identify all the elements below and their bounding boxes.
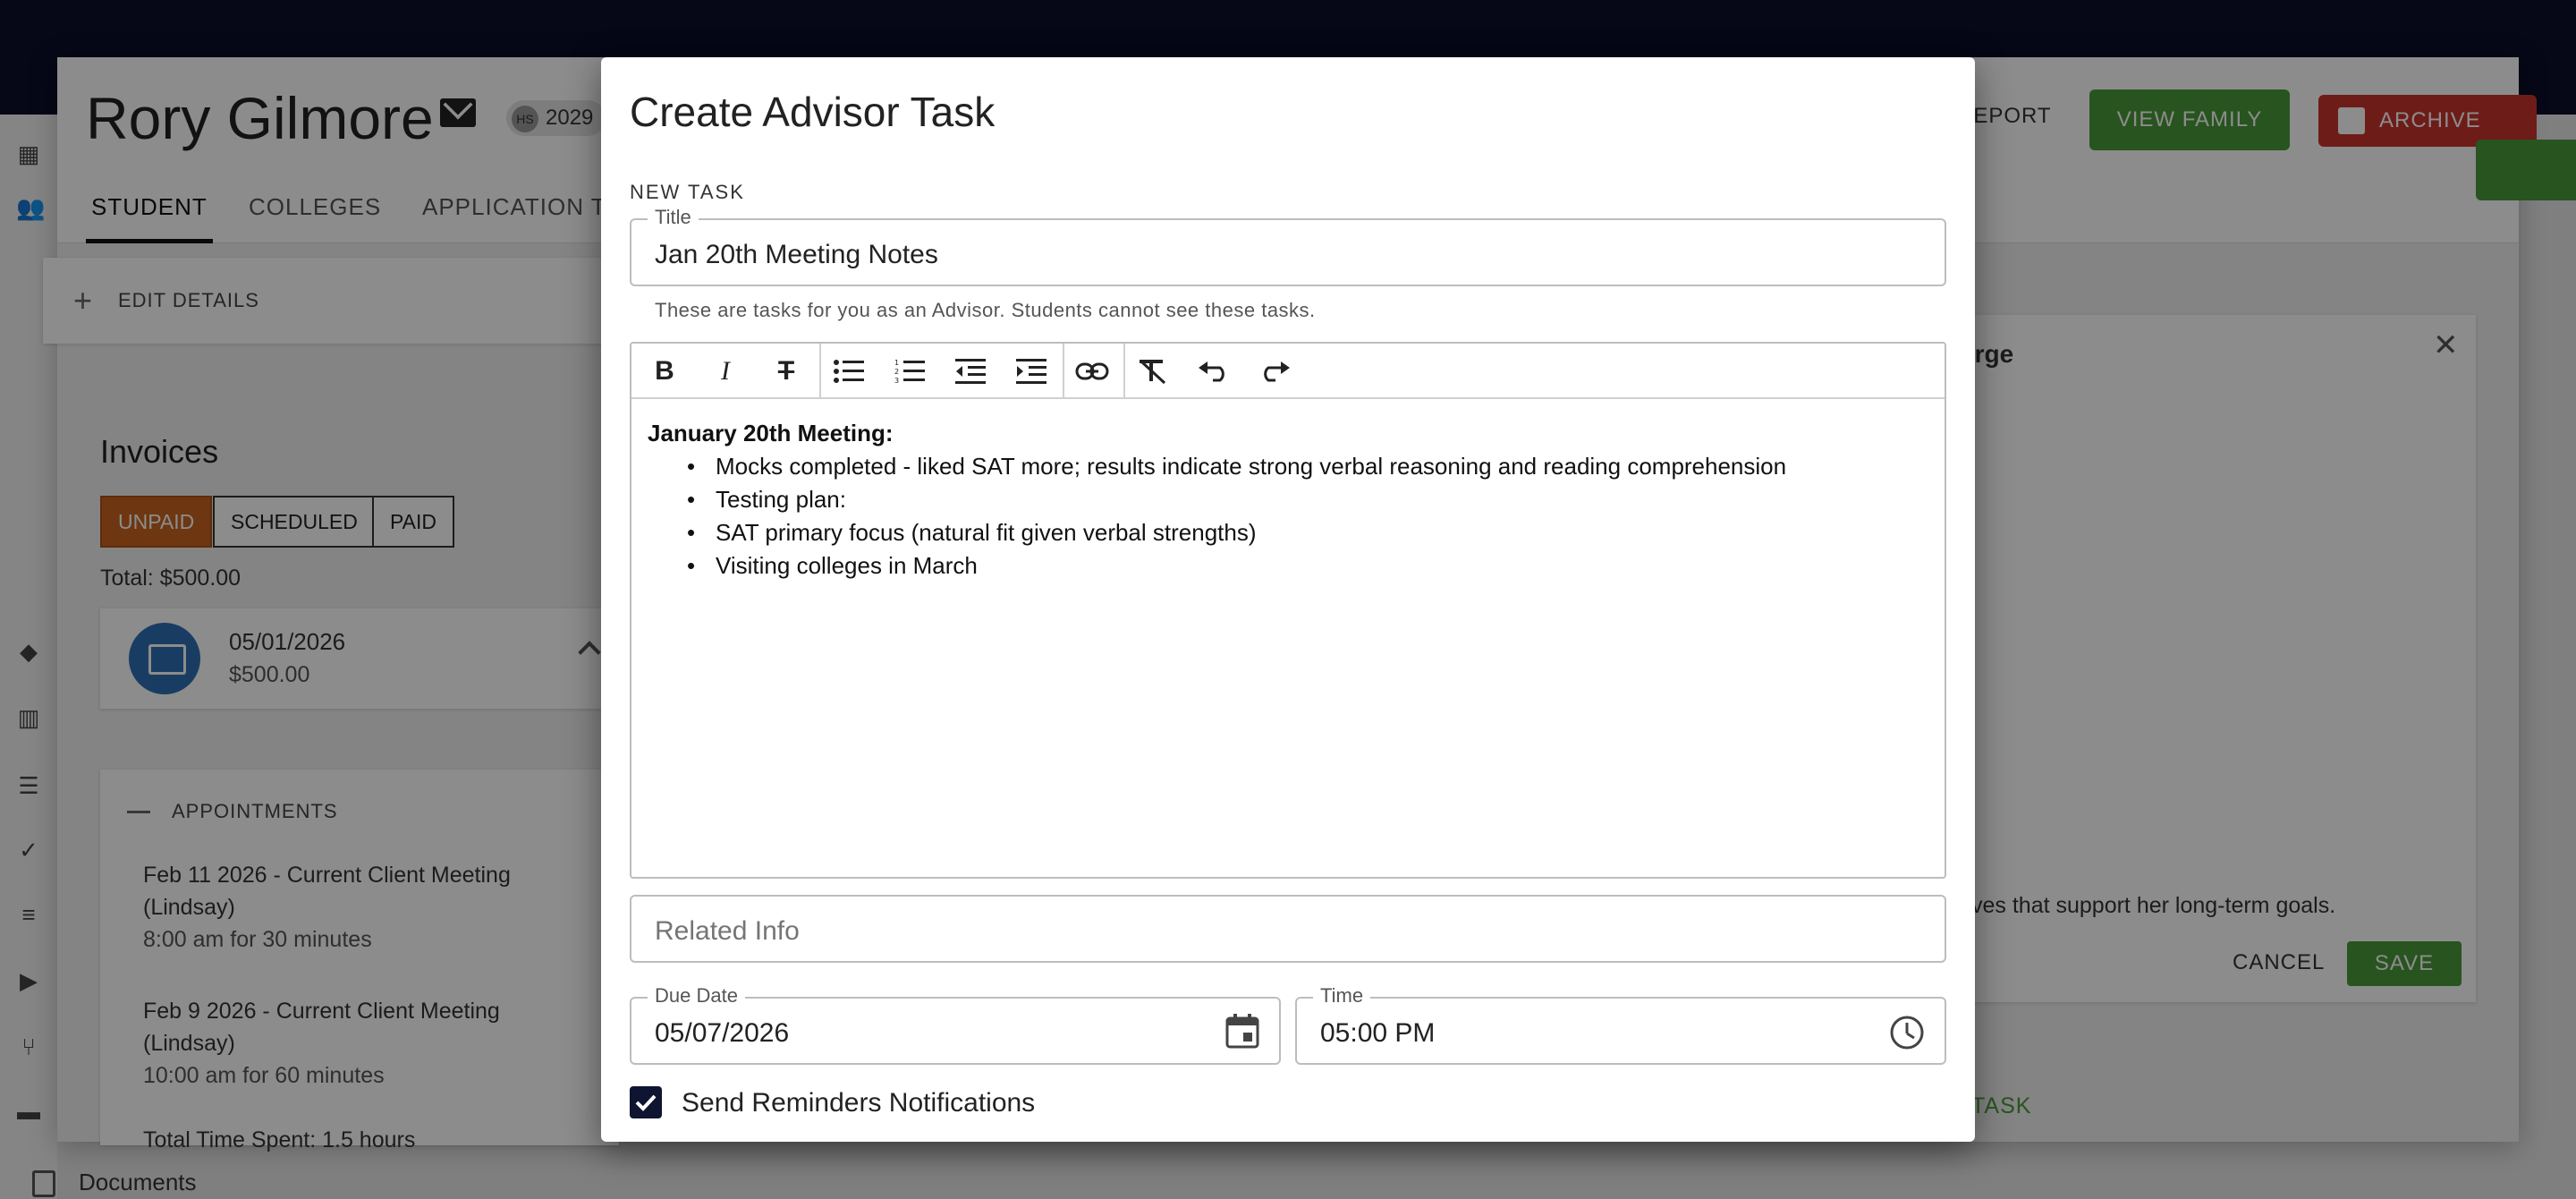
- dialog-title: Create Advisor Task: [630, 89, 996, 135]
- calendar-icon[interactable]: [1225, 1013, 1259, 1049]
- editor-heading: January 20th Meeting:: [648, 420, 894, 446]
- toolbar-divider: [819, 344, 821, 399]
- time-label: Time: [1313, 984, 1371, 1008]
- editor-bullet-text: Visiting colleges in March: [716, 552, 978, 579]
- clock-icon[interactable]: [1889, 1015, 1925, 1050]
- editor-bullet: Mocks completed - liked SAT more; result…: [648, 450, 1918, 483]
- title-field[interactable]: Title Jan 20th Meeting Notes: [630, 206, 1946, 286]
- svg-text:1: 1: [894, 359, 899, 367]
- title-helper-text: These are tasks for you as an Advisor. S…: [655, 299, 1316, 321]
- editor-bullet-text: Mocks completed - liked SAT more; result…: [716, 453, 1787, 480]
- undo-icon[interactable]: [1195, 353, 1233, 390]
- editor-bullet: Testing plan:: [648, 483, 1918, 516]
- time-field[interactable]: Time 05:00 PM: [1295, 984, 1946, 1065]
- due-date-value[interactable]: 05/07/2026: [655, 1018, 789, 1049]
- strikethrough-icon[interactable]: T: [767, 353, 805, 390]
- title-field-label: Title: [648, 206, 699, 229]
- create-advisor-task-dialog: Create Advisor Task NEW TASK Title Jan 2…: [601, 57, 1975, 1142]
- redo-icon[interactable]: [1256, 353, 1293, 390]
- new-task-label: NEW TASK: [630, 181, 745, 203]
- due-date-label: Due Date: [648, 984, 745, 1008]
- toolbar-divider: [1063, 344, 1064, 399]
- editor-bullet: SAT primary focus (natural fit given ver…: [648, 516, 1918, 549]
- send-reminders-checkbox[interactable]: [630, 1086, 662, 1118]
- related-info-placeholder[interactable]: Related Info: [655, 916, 800, 947]
- editor-content[interactable]: January 20th Meeting: Mocks completed - …: [648, 417, 1918, 582]
- editor-bullet-text: Testing plan:: [716, 486, 846, 513]
- bold-icon[interactable]: B: [646, 353, 683, 390]
- numbered-list-icon[interactable]: 123: [891, 353, 928, 390]
- indent-icon[interactable]: [1013, 353, 1050, 390]
- rich-text-editor[interactable]: B I T 123 January 20th Meeting: • Mocks …: [630, 342, 1946, 879]
- editor-bullet-text: SAT primary focus (natural fit given ver…: [716, 519, 1257, 546]
- svg-text:2: 2: [894, 368, 899, 376]
- due-date-field[interactable]: Due Date 05/07/2026: [630, 984, 1281, 1065]
- clear-format-icon[interactable]: [1134, 353, 1172, 390]
- editor-bullet-list: Mocks completed - liked SAT more; result…: [648, 450, 1918, 582]
- italic-icon[interactable]: I: [707, 353, 744, 390]
- send-reminders-label: Send Reminders Notifications: [682, 1088, 1036, 1118]
- editor-bullet: Visiting colleges in March: [648, 549, 1918, 582]
- checkmark-icon: [635, 1094, 657, 1111]
- related-info-field[interactable]: Related Info: [630, 895, 1946, 963]
- bullet-list-icon[interactable]: [830, 353, 868, 390]
- outdent-icon[interactable]: [952, 353, 989, 390]
- link-icon[interactable]: [1073, 353, 1111, 390]
- time-value[interactable]: 05:00 PM: [1320, 1018, 1435, 1049]
- title-field-value[interactable]: Jan 20th Meeting Notes: [655, 240, 938, 270]
- editor-toolbar: B I T 123: [631, 344, 1945, 399]
- svg-text:3: 3: [894, 377, 899, 385]
- toolbar-divider: [1123, 344, 1125, 399]
